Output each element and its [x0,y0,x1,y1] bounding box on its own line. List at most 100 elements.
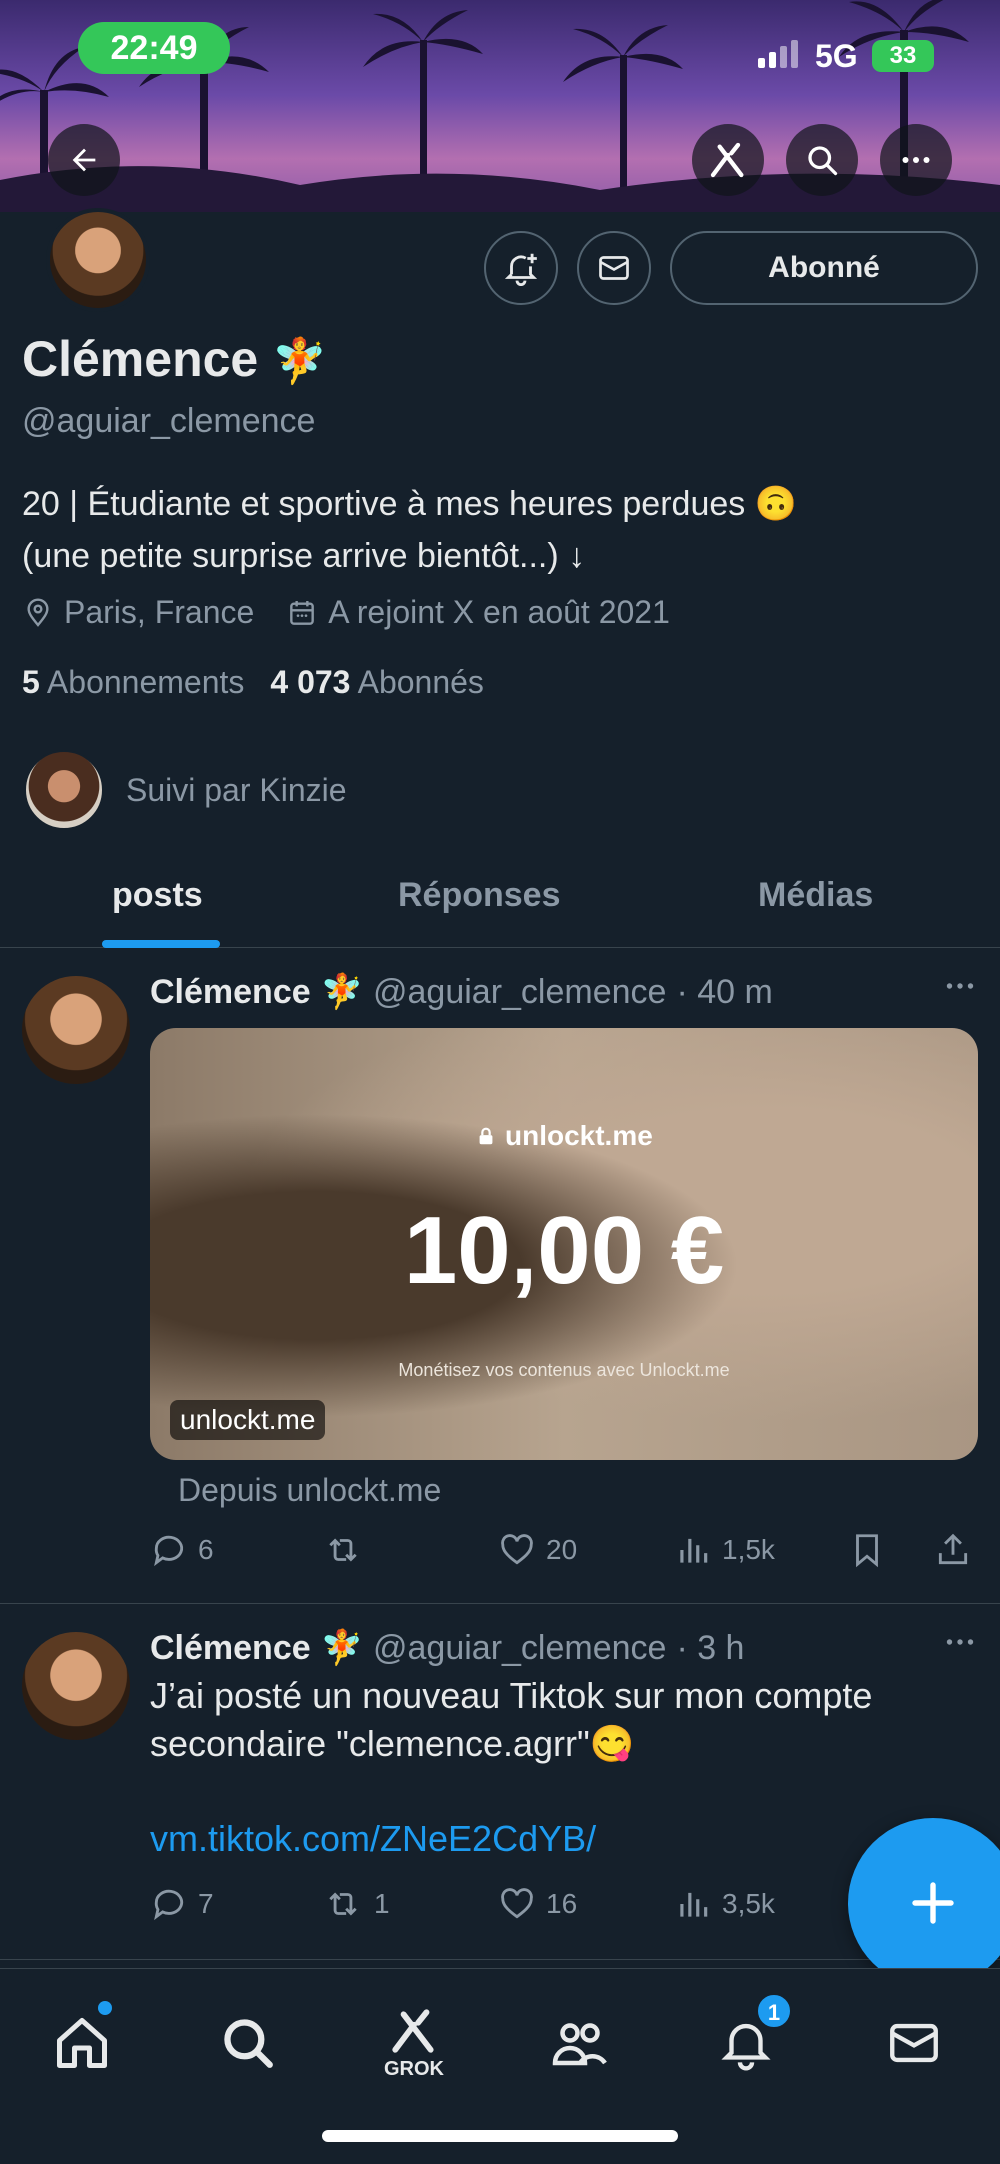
ellipsis-icon [946,983,974,989]
fairy-emoji: 🧚 [320,973,363,1011]
views-button[interactable]: 3,5k [674,1885,775,1923]
heart-icon [501,1534,533,1565]
views-chart-icon [680,1538,708,1563]
heart-icon [501,1888,533,1919]
nav-home[interactable] [42,2003,122,2083]
repost-icon [329,1892,357,1916]
post-author-handle[interactable]: @aguiar_clemence [373,1629,666,1668]
profile-handle: @aguiar_clemence [22,402,316,440]
profile-banner[interactable]: 22:49 5G 33 [0,0,1000,212]
search-button[interactable] [786,124,858,196]
card-price: 10,00 € [403,1197,725,1304]
tab-posts[interactable]: posts [112,860,203,948]
calendar-icon [290,600,315,625]
notify-subscribe-button[interactable] [484,231,558,305]
location: Paris, France [22,594,254,631]
post-text: J’ai posté un nouveau Tiktok sur mon com… [150,1672,970,1768]
followers-label: Abonnés [357,664,484,700]
network-type: 5G [815,38,858,74]
post-author-name[interactable]: Clémence [150,1629,311,1668]
profile-tabs: posts Réponses Médias [0,860,1000,948]
views-button[interactable]: 1,5k [674,1531,775,1569]
followers-count: 4 073 [270,664,351,700]
join-date-text: A rejoint X en août 2021 [328,594,670,630]
grok-label: GROK [384,2057,444,2080]
reply-icon [154,1535,184,1567]
following-button[interactable]: Abonné [670,231,978,305]
home-unread-dot [98,2001,112,2015]
nav-communities[interactable] [540,2003,620,2083]
post-link[interactable]: vm.tiktok.com/ZNeE2CdYB/ [150,1818,596,1860]
like-button[interactable]: 20 [498,1531,577,1569]
views-count: 1,5k [722,1534,775,1565]
search-icon [224,2019,273,2068]
profile-meta: Paris, France A rejoint X en août 2021 [22,594,690,631]
post-avatar[interactable] [22,976,130,1084]
compose-button[interactable] [848,1818,1000,1988]
post-source[interactable]: Depuis unlockt.me [178,1472,441,1509]
bookmark-button[interactable] [848,1531,886,1569]
share-button[interactable] [934,1531,972,1569]
post-time[interactable]: · 3 h [676,1629,744,1668]
card-tagline: Monétisez vos contenus avec Unlockt.me [398,1360,730,1380]
card-brand-text: unlockt.me [504,1120,653,1151]
post-author-handle[interactable]: @aguiar_clemence [373,973,666,1012]
home-icon [57,2018,107,2068]
bell-plus-icon [504,253,538,287]
like-count: 20 [546,1534,578,1565]
post-author-name[interactable]: Clémence [150,973,311,1012]
post-avatar[interactable] [22,1632,130,1740]
fairy-emoji: 🧚 [272,337,327,386]
repost-count: 1 [374,1888,390,1919]
like-button[interactable]: 16 [498,1885,577,1923]
active-tab-indicator [102,940,220,948]
ellipsis-icon [946,1639,974,1645]
views-chart-icon [680,1892,708,1917]
more-options-button[interactable] [880,124,952,196]
grok-icon [710,142,744,178]
tab-replies[interactable]: Réponses [398,860,561,948]
message-button[interactable] [577,231,651,305]
reply-button[interactable]: 6 [150,1531,214,1569]
followed-by[interactable]: Suivi par Kinzie [24,750,347,830]
link-card[interactable]: unlockt.me 10,00 € Monétisez vos contenu… [150,1028,978,1460]
card-domain: unlockt.me [170,1400,326,1440]
profile-name: Clémence 🧚 [22,330,327,388]
post-more-button[interactable] [942,968,978,1013]
reply-icon [154,1889,184,1921]
nav-messages[interactable] [874,2003,954,2083]
post-time[interactable]: · 40 m [676,973,772,1012]
repost-icon [329,1538,357,1562]
ellipsis-icon [902,157,930,163]
reply-count: 7 [198,1888,214,1919]
status-time: 22:49 [78,22,230,74]
share-icon [938,1533,968,1565]
battery-icon: 33 [872,40,934,72]
profile-bio: 20 | Étudiante et sportive à mes heures … [22,478,962,582]
envelope-icon [890,2023,938,2063]
post-text-line-1: J’ai posté un nouveau Tiktok sur mon com… [150,1675,873,1716]
fairy-emoji: 🧚 [320,1629,363,1667]
post-more-button[interactable] [942,1624,978,1669]
tab-media[interactable]: Médias [758,860,873,948]
back-button[interactable] [48,124,120,196]
repost-button[interactable]: 1 [322,1885,390,1923]
grok-icon [392,2008,434,2053]
post-header: Clémence 🧚 @aguiar_clemence · 3 h [150,1628,744,1668]
home-indicator[interactable] [322,2130,678,2142]
search-icon [808,146,838,176]
nav-grok[interactable]: GROK [374,2003,454,2083]
profile-avatar[interactable] [46,208,150,312]
notifications-badge: 1 [756,1993,792,2029]
post-text-line-2: secondaire "clemence.agrr"😋 [150,1723,635,1764]
repost-button[interactable] [322,1531,374,1569]
nav-search[interactable] [208,2003,288,2083]
arrow-left-icon [72,148,96,172]
status-bar: 22:49 5G 33 [0,0,1000,100]
reply-button[interactable]: 7 [150,1885,214,1923]
following-link[interactable]: 5 Abonnements [22,664,244,701]
grok-button[interactable] [692,124,764,196]
reply-count: 6 [198,1534,214,1565]
followers-link[interactable]: 4 073 Abonnés [270,664,484,701]
follow-counts: 5 Abonnements 4 073 Abonnés [22,664,484,701]
